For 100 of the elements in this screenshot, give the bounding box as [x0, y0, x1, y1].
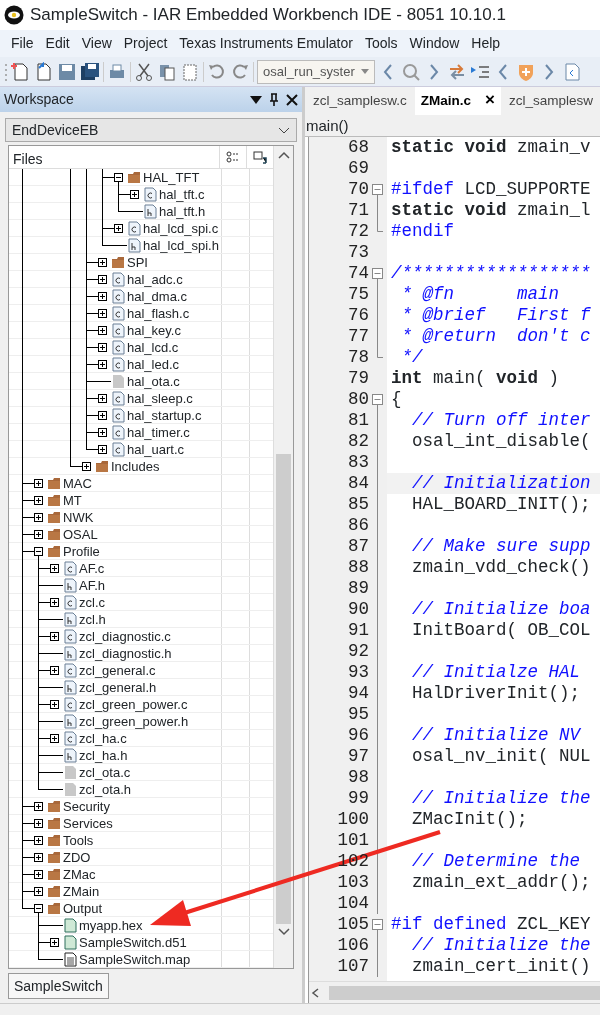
- code-line: */: [400, 347, 423, 367]
- code-line: static void zmain_l: [391, 200, 591, 220]
- tree-item[interactable]: hal_dma.c: [125, 289, 187, 303]
- menu-item[interactable]: Window: [404, 33, 465, 54]
- line-number: 69: [348, 158, 369, 178]
- code-line: osal_nv_init( NUL: [411, 746, 591, 766]
- tree-item[interactable]: OSAL: [61, 527, 98, 541]
- code-line: * @fn main: [400, 284, 560, 304]
- tree-item[interactable]: AF.h: [77, 578, 105, 592]
- menu-item[interactable]: View: [76, 33, 117, 54]
- tree-item[interactable]: Includes: [109, 459, 160, 473]
- editor-tab[interactable]: ZMain.c ×: [414, 87, 501, 115]
- menu-item[interactable]: Help: [466, 33, 506, 54]
- line-number: 79: [348, 368, 369, 388]
- menu-item[interactable]: Edit: [40, 33, 75, 54]
- menu-item[interactable]: Texas Instruments Emulator: [174, 33, 358, 54]
- line-number: 96: [348, 725, 369, 745]
- tree-item[interactable]: zcl_ha.c: [77, 731, 127, 745]
- function-name: main(): [305, 115, 600, 137]
- tree-item[interactable]: hal_sleep.c: [125, 391, 193, 405]
- line-number: 87: [348, 536, 369, 556]
- code-line: // Initialization: [411, 473, 591, 493]
- menu-item[interactable]: File: [6, 33, 39, 54]
- tree-item[interactable]: ZDO: [61, 850, 91, 864]
- tree-item[interactable]: hal_flash.c: [125, 306, 190, 320]
- tree-item[interactable]: AF.c: [77, 561, 105, 575]
- line-number: 73: [348, 242, 369, 262]
- code-line: // Make sure supp: [411, 536, 591, 556]
- configuration-dropdown[interactable]: EndDeviceEB: [5, 118, 297, 142]
- line-number: 94: [348, 683, 369, 703]
- tree-item[interactable]: Security: [61, 799, 110, 813]
- line-number: 85: [348, 494, 369, 514]
- code-line: ZMacInit();: [411, 809, 528, 829]
- tree-item[interactable]: zcl.h: [77, 612, 106, 626]
- line-number: 71: [348, 200, 369, 220]
- tree-item[interactable]: MT: [61, 493, 82, 507]
- tree-item[interactable]: hal_tft.h: [157, 204, 206, 218]
- tree-item[interactable]: Tools: [61, 833, 94, 847]
- code-line: HalDriverInit();: [411, 683, 581, 703]
- line-number: 76: [348, 305, 369, 325]
- code-line: // Turn off inter: [411, 410, 591, 430]
- tree-item[interactable]: hal_ota.c: [125, 374, 180, 388]
- tree-item[interactable]: hal_adc.c: [125, 272, 183, 286]
- tree-item[interactable]: hal_startup.c: [125, 408, 202, 422]
- tree-item[interactable]: hal_led.c: [125, 357, 180, 371]
- tree-item[interactable]: hal_lcd_spi.c: [141, 221, 219, 235]
- tree-item[interactable]: myapp.hex: [77, 918, 143, 932]
- tree-item[interactable]: Profile: [61, 544, 100, 558]
- column-header: Files: [13, 151, 43, 167]
- code-line: * @brief First f: [400, 305, 591, 325]
- code-line: zmain_ext_addr();: [411, 872, 591, 892]
- line-number: 92: [348, 641, 369, 661]
- code-line: /******************: [391, 263, 591, 283]
- tree-item[interactable]: zcl_diagnostic.h: [77, 646, 172, 660]
- line-number: 68: [348, 137, 369, 157]
- line-number: 97: [348, 746, 369, 766]
- tree-item[interactable]: zcl_general.h: [77, 680, 157, 694]
- window-title: SampleSwitch - IAR Embedded Workbench IDE - 8051 10.10.1: [30, 4, 506, 27]
- tree-item[interactable]: zcl_diagnostic.c: [77, 629, 171, 643]
- tree-item[interactable]: NWK: [61, 510, 94, 524]
- close-button[interactable]: ×: [485, 89, 495, 109]
- code-line: InitBoard( OB_COL: [411, 620, 591, 640]
- tree-item[interactable]: MAC: [61, 476, 92, 490]
- code-line: zmain_cert_init(): [411, 956, 591, 976]
- tree-item[interactable]: SampleSwitch.d51: [77, 935, 187, 949]
- tree-item[interactable]: Services: [61, 816, 113, 830]
- menu-item[interactable]: Tools: [359, 33, 403, 54]
- tree-item[interactable]: zcl.c: [77, 595, 105, 609]
- code-line: // Initialize the: [411, 788, 591, 808]
- panel-tab[interactable]: SampleSwitch: [8, 973, 109, 999]
- tree-item[interactable]: ZMac: [61, 867, 96, 881]
- line-number: 77: [348, 326, 369, 346]
- tree-item[interactable]: hal_tft.c: [157, 187, 205, 201]
- tree-item[interactable]: zcl_green_power.c: [77, 697, 188, 711]
- tree-item[interactable]: HAL_TFT: [141, 170, 200, 184]
- function-dropdown[interactable]: osal_run_syster: [257, 59, 375, 84]
- code-line: // Initialize boa: [411, 599, 591, 619]
- tree-item[interactable]: SampleSwitch.map: [77, 952, 191, 966]
- tree-item[interactable]: zcl_green_power.h: [77, 714, 189, 728]
- menu-item[interactable]: Project: [118, 33, 173, 54]
- line-number: 70: [348, 179, 369, 199]
- tree-item[interactable]: hal_lcd.c: [125, 340, 179, 354]
- tree-item[interactable]: zcl_general.c: [77, 663, 156, 677]
- line-number: 90: [348, 599, 369, 619]
- tree-item[interactable]: Output: [61, 901, 103, 915]
- line-number: 95: [348, 704, 369, 724]
- tree-item[interactable]: hal_key.c: [125, 323, 181, 337]
- tree-item[interactable]: SPI: [125, 255, 148, 269]
- tree-item[interactable]: hal_timer.c: [125, 425, 190, 439]
- tree-item[interactable]: ZMain: [61, 884, 100, 898]
- panel-title: Workspace: [4, 90, 74, 109]
- tree-item[interactable]: hal_lcd_spi.h: [141, 238, 219, 252]
- tree-item[interactable]: zcl_ota.c: [77, 765, 131, 779]
- code-line: #endif: [391, 221, 454, 241]
- tree-item[interactable]: hal_uart.c: [125, 442, 185, 456]
- line-number: 98: [348, 767, 369, 787]
- line-number: 93: [348, 662, 369, 682]
- tree-item[interactable]: zcl_ha.h: [77, 748, 128, 762]
- tree-item[interactable]: zcl_ota.h: [77, 782, 132, 796]
- line-number: 99: [348, 788, 369, 808]
